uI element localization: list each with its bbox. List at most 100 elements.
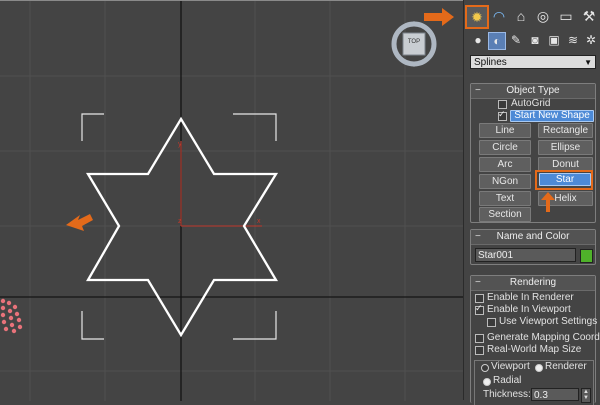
autogrid-label: AutoGrid	[511, 98, 551, 109]
tutorial-arrow-star-button	[541, 192, 555, 212]
autogrid-checkbox[interactable]	[498, 100, 507, 109]
enable-in-viewport-label: Enable In Viewport	[487, 304, 571, 315]
start-new-shape-button[interactable]: Start New Shape	[510, 110, 594, 122]
motion-tab[interactable]: ◎	[532, 5, 554, 27]
helpers-button[interactable]: ▣	[546, 32, 562, 48]
cameras-icon: ◙	[531, 33, 539, 47]
hierarchy-tab[interactable]: ⌂	[510, 5, 532, 27]
star-label: Star	[555, 174, 575, 185]
collapse-icon: −	[475, 85, 481, 96]
enable-in-viewport-checkbox[interactable]	[475, 303, 484, 315]
enable-in-renderer-checkbox[interactable]	[475, 294, 484, 303]
ngon-button[interactable]: NGon	[479, 174, 531, 189]
display-tab[interactable]: ▭	[555, 5, 577, 27]
shapes-icon: ◐	[493, 34, 501, 48]
modify-tab[interactable]: ◠	[488, 5, 510, 27]
helpers-icon: ▣	[548, 33, 560, 47]
object-name-value: Star001	[478, 250, 514, 261]
viewcube[interactable]: TOP	[391, 21, 437, 67]
renderer-radio-label: Renderer	[545, 361, 587, 372]
cameras-button[interactable]: ◙	[527, 32, 543, 48]
object-type-rollout: − Object Type AutoGrid Start New Shape L…	[470, 83, 596, 223]
name-and-color-title: Name and Color	[496, 231, 570, 242]
generate-mapping-checkbox[interactable]	[475, 334, 484, 343]
top-viewport[interactable]: y x z TOP	[0, 0, 463, 401]
enable-in-renderer-label: Enable In Renderer	[487, 292, 574, 303]
axis-label-x: x	[257, 218, 261, 225]
axis-label-y: y	[178, 141, 182, 148]
object-type-header[interactable]: − Object Type	[471, 84, 595, 99]
real-world-map-checkbox[interactable]	[475, 346, 484, 355]
systems-button[interactable]: ✲	[583, 32, 599, 48]
command-panel: ✹ ◠ ⌂ ◎ ▭ ⚒ ● ◐ ✎ ◙ ▣ ≋ ✲ Splines ▼ − Ob…	[463, 0, 600, 405]
utilities-tab[interactable]: ⚒	[578, 5, 600, 27]
object-name-field[interactable]: Star001	[475, 248, 576, 262]
geometry-icon: ●	[474, 33, 482, 47]
start-new-shape-label: Start New Shape	[514, 110, 590, 121]
use-viewport-settings-checkbox[interactable]	[487, 318, 496, 327]
rectangle-button[interactable]: Rectangle	[538, 123, 593, 138]
utilities-icon: ⚒	[582, 7, 596, 24]
star-button[interactable]: Star	[539, 173, 591, 186]
real-world-map-label: Real-World Map Size	[487, 344, 582, 355]
command-panel-tabs: ✹ ◠ ⌂ ◎ ▭ ⚒	[464, 2, 600, 29]
collapse-icon: −	[475, 231, 481, 242]
object-color-swatch[interactable]	[580, 249, 593, 263]
name-and-color-rollout: − Name and Color Star001	[470, 229, 596, 265]
create-tab[interactable]: ✹	[465, 5, 489, 29]
radial-label: Radial	[493, 375, 522, 386]
thickness-field[interactable]: 0.3	[531, 388, 579, 401]
lights-icon: ✎	[510, 33, 522, 47]
viewport-radio-label: Viewport	[491, 361, 530, 372]
geometry-button[interactable]: ●	[470, 32, 486, 48]
ngon-label: NGon	[491, 176, 519, 187]
circle-button[interactable]: Circle	[479, 140, 531, 155]
thickness-label: Thickness:	[483, 389, 531, 400]
text-button[interactable]: Text	[479, 191, 531, 206]
modify-icon: ◠	[492, 7, 506, 24]
category-dropdown-value: Splines	[474, 57, 507, 68]
radial-radio[interactable]	[483, 378, 491, 386]
spacewarps-icon: ≋	[567, 33, 579, 47]
systems-icon: ✲	[585, 33, 597, 47]
viewcube-top-label: TOP	[407, 39, 421, 45]
ellipse-button[interactable]: Ellipse	[538, 140, 593, 155]
display-icon: ▭	[559, 7, 573, 24]
arc-button[interactable]: Arc	[479, 157, 531, 172]
chevron-down-icon: ▼	[584, 58, 592, 67]
create-category-icons: ● ◐ ✎ ◙ ▣ ≋ ✲	[464, 30, 600, 52]
donut-label: Donut	[552, 159, 579, 170]
hierarchy-icon: ⌂	[516, 8, 526, 24]
renderer-radio[interactable]	[535, 364, 543, 372]
rendering-header[interactable]: − Rendering	[471, 276, 595, 291]
start-new-shape-checkbox[interactable]	[498, 109, 507, 121]
rendering-rollout: − Rendering Enable In Renderer Enable In…	[470, 275, 600, 405]
motion-icon: ◎	[536, 7, 550, 24]
helix-label: Helix	[554, 193, 577, 204]
local-axis-tripod	[180, 141, 262, 227]
collapse-icon: −	[475, 277, 481, 288]
thickness-value: 0.3	[534, 390, 548, 401]
create-icon: ✹	[471, 8, 483, 25]
partial-object-left	[0, 298, 23, 334]
app-window: y x z TOP ✹ ◠ ⌂ ◎ ▭ ⚒ ● ◐ ✎ ◙ ▣ ≋ ✲ Spli…	[0, 0, 600, 405]
arc-label: Arc	[497, 159, 513, 170]
line-button[interactable]: Line	[479, 123, 531, 138]
viewport-radio[interactable]	[481, 364, 489, 372]
section-button[interactable]: Section	[479, 207, 531, 222]
section-label: Section	[488, 209, 522, 220]
rendering-title: Rendering	[509, 277, 557, 288]
spacewarps-button[interactable]: ≋	[565, 32, 581, 48]
thickness-spinner[interactable]: ▲ ▼	[581, 388, 591, 403]
axis-label-z: z	[178, 218, 182, 225]
use-viewport-settings-label: Use Viewport Settings	[499, 316, 598, 327]
shapes-button[interactable]: ◐	[488, 32, 506, 50]
category-dropdown[interactable]: Splines ▼	[470, 55, 596, 69]
name-and-color-header[interactable]: − Name and Color	[471, 230, 595, 245]
circle-label: Circle	[492, 142, 518, 153]
text-label: Text	[495, 193, 515, 204]
lights-button[interactable]: ✎	[508, 32, 524, 48]
rectangle-label: Rectangle	[542, 125, 589, 136]
object-type-title: Object Type	[506, 85, 560, 96]
ellipse-label: Ellipse	[550, 142, 581, 153]
